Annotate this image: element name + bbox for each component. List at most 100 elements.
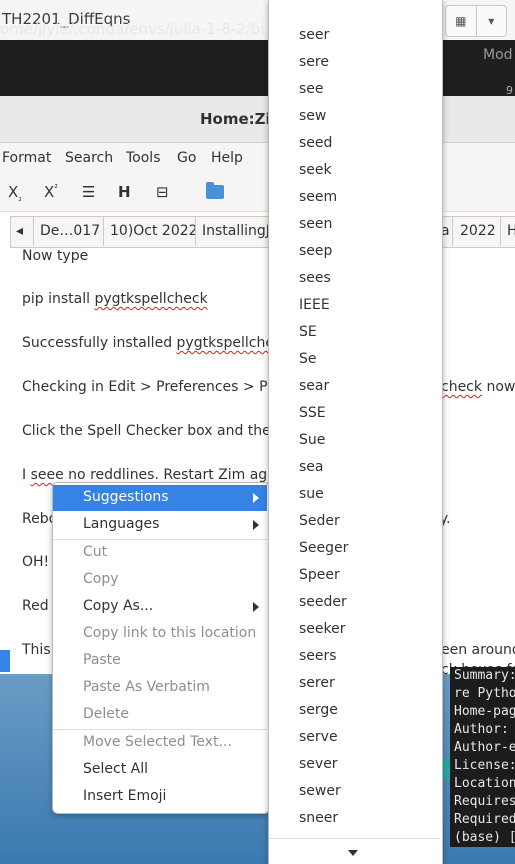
- editor-line[interactable]: OH!: [22, 554, 49, 570]
- submenu-arrow-icon: [253, 520, 259, 530]
- chevron-down-icon[interactable]: ▾: [475, 6, 507, 36]
- suggestion-item[interactable]: see: [299, 81, 324, 97]
- folder-icon[interactable]: [206, 182, 224, 199]
- suggestion-item[interactable]: SSE: [299, 405, 326, 421]
- suggestion-item[interactable]: seeker: [299, 621, 346, 637]
- tab-h[interactable]: H: [507, 223, 515, 239]
- menu-help[interactable]: Help: [211, 150, 243, 166]
- menu-item-label: Move Selected Text...: [83, 734, 232, 750]
- menu-item-label: Copy: [83, 571, 119, 587]
- suggestion-item[interactable]: sea: [299, 459, 324, 475]
- superscript-icon[interactable]: X²: [44, 183, 58, 201]
- tab-scroll-left-icon[interactable]: ◂: [16, 223, 23, 239]
- suggestion-item[interactable]: seen: [299, 216, 332, 232]
- editor-line[interactable]: Click the Spell Checker box and the OK: [22, 423, 295, 439]
- menu-item-label: Delete: [83, 706, 129, 722]
- suggestion-item[interactable]: seeder: [299, 594, 347, 610]
- terminal-line: Required: [454, 812, 515, 827]
- bullet-list-icon[interactable]: ☰: [82, 183, 95, 201]
- suggestion-item[interactable]: sue: [299, 486, 324, 502]
- menu-item-label: Copy As...: [83, 598, 154, 614]
- path-text: ome/jlyle/.conda/envs/julia-1-8-2/bi...: [0, 20, 279, 38]
- submenu-arrow-icon: [253, 602, 259, 612]
- tab-installing[interactable]: InstallingJ: [202, 223, 270, 239]
- line-text: no reddlines. Restart Zim again: [63, 467, 289, 483]
- suggestions-submenu: [268, 0, 443, 864]
- menu-item-languages[interactable]: Languages: [53, 512, 267, 538]
- menu-item-label: Copy link to this location: [83, 625, 257, 641]
- tab-oct-2022[interactable]: 10)Oct 2022: [110, 223, 198, 239]
- editor-line[interactable]: Now type: [22, 248, 88, 264]
- editor-line[interactable]: I seee no reddlines. Restart Zim again: [22, 467, 289, 483]
- menu-item-label: Cut: [83, 544, 108, 560]
- line-text: now s: [486, 379, 515, 395]
- suggestion-item[interactable]: Speer: [299, 567, 340, 583]
- menu-item-copy: Copy: [53, 567, 267, 593]
- menu-search[interactable]: Search: [65, 150, 113, 166]
- menu-format[interactable]: Format: [2, 150, 51, 166]
- suggestion-item[interactable]: sere: [299, 54, 329, 70]
- suggestion-item[interactable]: seek: [299, 162, 332, 178]
- menu-item-label: Suggestions: [83, 489, 169, 505]
- view-switcher: ▦ ▾: [445, 5, 507, 37]
- misspelled-word[interactable]: seee: [31, 467, 64, 483]
- suggestion-item[interactable]: sneer: [299, 810, 338, 826]
- tab-separator: [103, 216, 104, 246]
- suggestion-item[interactable]: SE: [299, 324, 317, 340]
- tab-de017[interactable]: De…017: [40, 223, 100, 239]
- suggestion-item[interactable]: seers: [299, 648, 337, 664]
- menu-item-copy-link: Copy link to this location: [53, 621, 267, 647]
- suggestion-item[interactable]: sewer: [299, 783, 341, 799]
- menu-item-paste-verbatim: Paste As Verbatim: [53, 675, 267, 701]
- suggestion-item[interactable]: serve: [299, 729, 338, 745]
- editor-line[interactable]: This: [22, 642, 51, 658]
- insert-icon[interactable]: ⊟: [156, 183, 169, 201]
- terminal-line: re Pytho: [454, 686, 515, 701]
- suggestion-item[interactable]: seer: [299, 27, 329, 43]
- suggestion-item[interactable]: sear: [299, 378, 329, 394]
- menu-item-label: Insert Emoji: [83, 788, 167, 804]
- suggestion-item[interactable]: Sue: [299, 432, 325, 448]
- suggestion-item[interactable]: sees: [299, 270, 331, 286]
- editor-line[interactable]: Checking in Edit > Preferences > Plugi: [22, 379, 293, 395]
- menu-item-move-selected: Move Selected Text...: [53, 730, 267, 756]
- suggestion-item[interactable]: serge: [299, 702, 338, 718]
- terminal-line: Author-e: [454, 740, 515, 755]
- suggestion-item[interactable]: seem: [299, 189, 337, 205]
- suggestion-item[interactable]: sever: [299, 756, 338, 772]
- misspelled-word[interactable]: pygtkspellcheck: [94, 291, 207, 307]
- suggestion-item[interactable]: IEEE: [299, 297, 330, 313]
- menu-go[interactable]: Go: [177, 150, 196, 166]
- menu-item-select-all[interactable]: Select All: [53, 757, 267, 783]
- editor-line[interactable]: pip install pygtkspellcheck: [22, 291, 208, 307]
- terminal-line: Author:: [454, 722, 509, 737]
- terminal-line: License:: [454, 758, 515, 773]
- menu-tools[interactable]: Tools: [126, 150, 161, 166]
- menu-item-insert-emoji[interactable]: Insert Emoji: [53, 784, 267, 810]
- heading-icon[interactable]: H: [118, 183, 131, 201]
- grid-view-icon[interactable]: ▦: [446, 6, 476, 36]
- suggestion-item[interactable]: seep: [299, 243, 332, 259]
- editor-line[interactable]: Successfully installed pygtkspellcheck: [22, 335, 290, 351]
- tab-separator: [500, 216, 501, 246]
- terminal-line: Location: [454, 776, 515, 791]
- misspelled-word[interactable]: check: [441, 379, 482, 395]
- subscript-icon[interactable]: X₂: [8, 183, 22, 204]
- cursor-gutter: [0, 650, 10, 672]
- suggestion-item[interactable]: serer: [299, 675, 335, 691]
- tab-separator: [33, 216, 34, 246]
- suggestion-item[interactable]: Seeger: [299, 540, 348, 556]
- suggestion-item[interactable]: Seder: [299, 513, 340, 529]
- editor-line-right[interactable]: check now s: [441, 379, 515, 395]
- scroll-down-arrow-icon[interactable]: [348, 850, 358, 856]
- tab-2022[interactable]: 2022: [460, 223, 496, 239]
- suggestion-item[interactable]: Se: [299, 351, 317, 367]
- editor-line-right[interactable]: een around f: [441, 642, 515, 658]
- suggestion-item[interactable]: seed: [299, 135, 332, 151]
- menu-item-label: Languages: [83, 516, 160, 532]
- suggestion-item[interactable]: sew: [299, 108, 326, 124]
- tab-separator: [195, 216, 196, 246]
- menu-item-suggestions[interactable]: Suggestions: [53, 485, 267, 511]
- line-text: pip install: [22, 291, 95, 307]
- menu-item-copy-as[interactable]: Copy As...: [53, 594, 267, 620]
